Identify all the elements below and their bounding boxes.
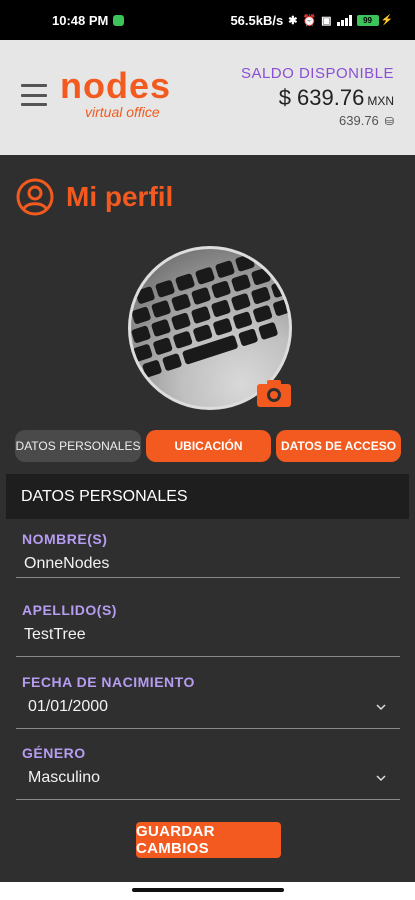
bluetooth-icon: ✱ (288, 14, 298, 27)
apellido-input[interactable]: TestTree (16, 626, 400, 644)
balance-label: SALDO DISPONIBLE (240, 65, 394, 82)
home-gesture-handle[interactable] (132, 888, 284, 892)
page-title-text: Mi perfil (66, 181, 174, 212)
chevron-down-icon (376, 704, 386, 711)
user-circle-icon (16, 178, 54, 216)
nodes-logo: nodes virtual office (60, 65, 172, 121)
genero-select[interactable]: Masculino (16, 769, 400, 787)
tab-ubicacion[interactable]: UBICACIÓN (146, 430, 271, 462)
fecha-nacimiento-label: FECHA DE NACIMIENTO (22, 674, 195, 690)
logo-main-text: nodes (60, 65, 172, 106)
system-nav-bar (0, 882, 415, 900)
balance-currency: MXN (367, 94, 394, 108)
genero-value: Masculino (28, 769, 101, 786)
camera-icon[interactable] (256, 378, 292, 408)
hamburger-menu-icon[interactable] (21, 84, 47, 106)
tab-datos-acceso[interactable]: DATOS DE ACCESO (276, 430, 401, 462)
section-title: DATOS PERSONALES (6, 474, 409, 519)
profile-photo[interactable] (128, 246, 292, 410)
status-bar: 10:48 PM 56.5kB/s ✱ ⏰ ▣ 99 ⚡ (0, 0, 415, 40)
tab-datos-personales[interactable]: DATOS PERSONALES (15, 430, 141, 462)
logo-sub-text: virtual office (85, 104, 160, 120)
balance-panel: SALDO DISPONIBLE $ 639.76 MXN 639.76 ⛁ (241, 65, 394, 128)
genero-field[interactable]: GÉNERO Masculino (16, 745, 400, 800)
chevron-down-icon (376, 775, 386, 782)
fecha-nacimiento-field[interactable]: FECHA DE NACIMIENTO 01/01/2000 (16, 674, 400, 729)
coins-icon: ⛁ (384, 116, 394, 128)
battery-icon: 99 ⚡ (356, 14, 393, 26)
signal-icon (336, 14, 352, 26)
app-header: nodes virtual office SALDO DISPONIBLE $ … (0, 40, 415, 155)
fecha-nacimiento-select[interactable]: 01/01/2000 (16, 698, 400, 716)
genero-label: GÉNERO (22, 745, 86, 761)
alarm-icon: ⏰ (302, 14, 317, 27)
balance-value: $ 639.76 (278, 85, 365, 110)
page-title: Mi perfil (16, 178, 173, 216)
net-speed: 56.5kB/s (230, 12, 284, 28)
points-value: 639.76 (339, 113, 379, 128)
nombre-input[interactable]: OnneNodes (16, 555, 400, 573)
profile-tabs: DATOS PERSONALES UBICACIÓN DATOS DE ACCE… (15, 430, 401, 462)
nombre-field[interactable]: NOMBRE(S) OnneNodes (16, 531, 400, 578)
save-button[interactable]: GUARDAR CAMBIOS (136, 822, 281, 858)
app-notification-icon (113, 14, 125, 26)
balance-points: 639.76 ⛁ (241, 113, 394, 128)
balance-amount: $ 639.76 MXN (241, 85, 394, 111)
apellido-label: APELLIDO(S) (22, 602, 117, 618)
battery-level: 99 (356, 14, 379, 26)
status-time: 10:48 PM (52, 12, 109, 28)
sim-icon: ▣ (321, 14, 332, 27)
apellido-field[interactable]: APELLIDO(S) TestTree (16, 602, 400, 657)
fecha-nacimiento-value: 01/01/2000 (28, 698, 109, 715)
nombre-label: NOMBRE(S) (22, 531, 108, 547)
